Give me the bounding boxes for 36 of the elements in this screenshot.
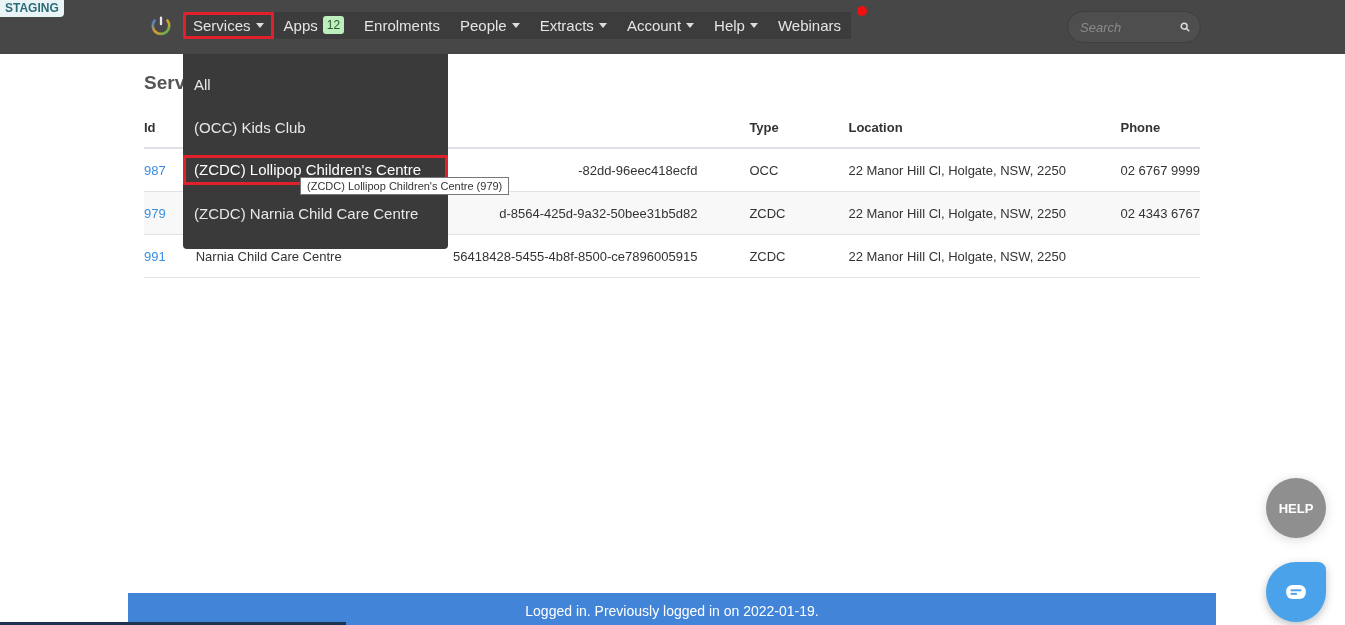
search-field[interactable]: Search [1067,11,1201,43]
table-cell: 22 Manor Hill Cl, Holgate, NSW, 2250 [848,191,1121,235]
chat-icon [1285,584,1307,600]
nav-link[interactable]: People [449,11,530,39]
chat-button[interactable] [1266,562,1326,622]
menu-item[interactable]: All [183,63,448,106]
table-cell: ZCDC [749,234,849,278]
table-cell: OCC [749,148,849,192]
nav-link[interactable]: Apps 12 [273,11,355,39]
column-header: Type [749,120,779,135]
table-cell: 02 6767 9999 [1120,162,1200,178]
nav-link[interactable]: Extracts [529,11,617,39]
page-title: Serv [144,72,186,94]
logo-icon[interactable] [150,14,172,37]
table-cell: Narnia Child Care Centre [195,248,342,264]
nav-link[interactable]: Services [183,11,274,39]
tooltip: (ZCDC) Lollipop Children's Centre (979) [300,177,510,195]
search-input[interactable]: Search [1078,18,1180,36]
table-cell: 02 4343 6767 [1120,205,1200,221]
nav-link[interactable]: Help [704,11,768,39]
search-icon[interactable] [1180,22,1190,32]
nav-link[interactable]: Account [616,11,705,39]
count-badge: 12 [322,16,345,34]
staging-badge: STAGING [0,0,64,17]
login-message: Logged in. Previously logged in on 2022-01-19. [525,603,819,621]
column-header: Location [848,120,903,135]
column-header: Phone [1120,120,1161,135]
menu-item[interactable]: (OCC) Kids Club [183,106,448,149]
table-cell: ZCDC [749,191,849,235]
nav-link[interactable]: Webinars [767,11,852,39]
id-link[interactable]: 991 [144,248,166,264]
column-header: Id [144,120,156,135]
id-link[interactable]: 987 [144,162,166,178]
nav-link[interactable]: Enrolments [354,11,450,39]
table-cell: 22 Manor Hill Cl, Holgate, NSW, 2250 [848,234,1121,278]
table-cell: 22 Manor Hill Cl, Holgate, NSW, 2250 [848,148,1121,192]
